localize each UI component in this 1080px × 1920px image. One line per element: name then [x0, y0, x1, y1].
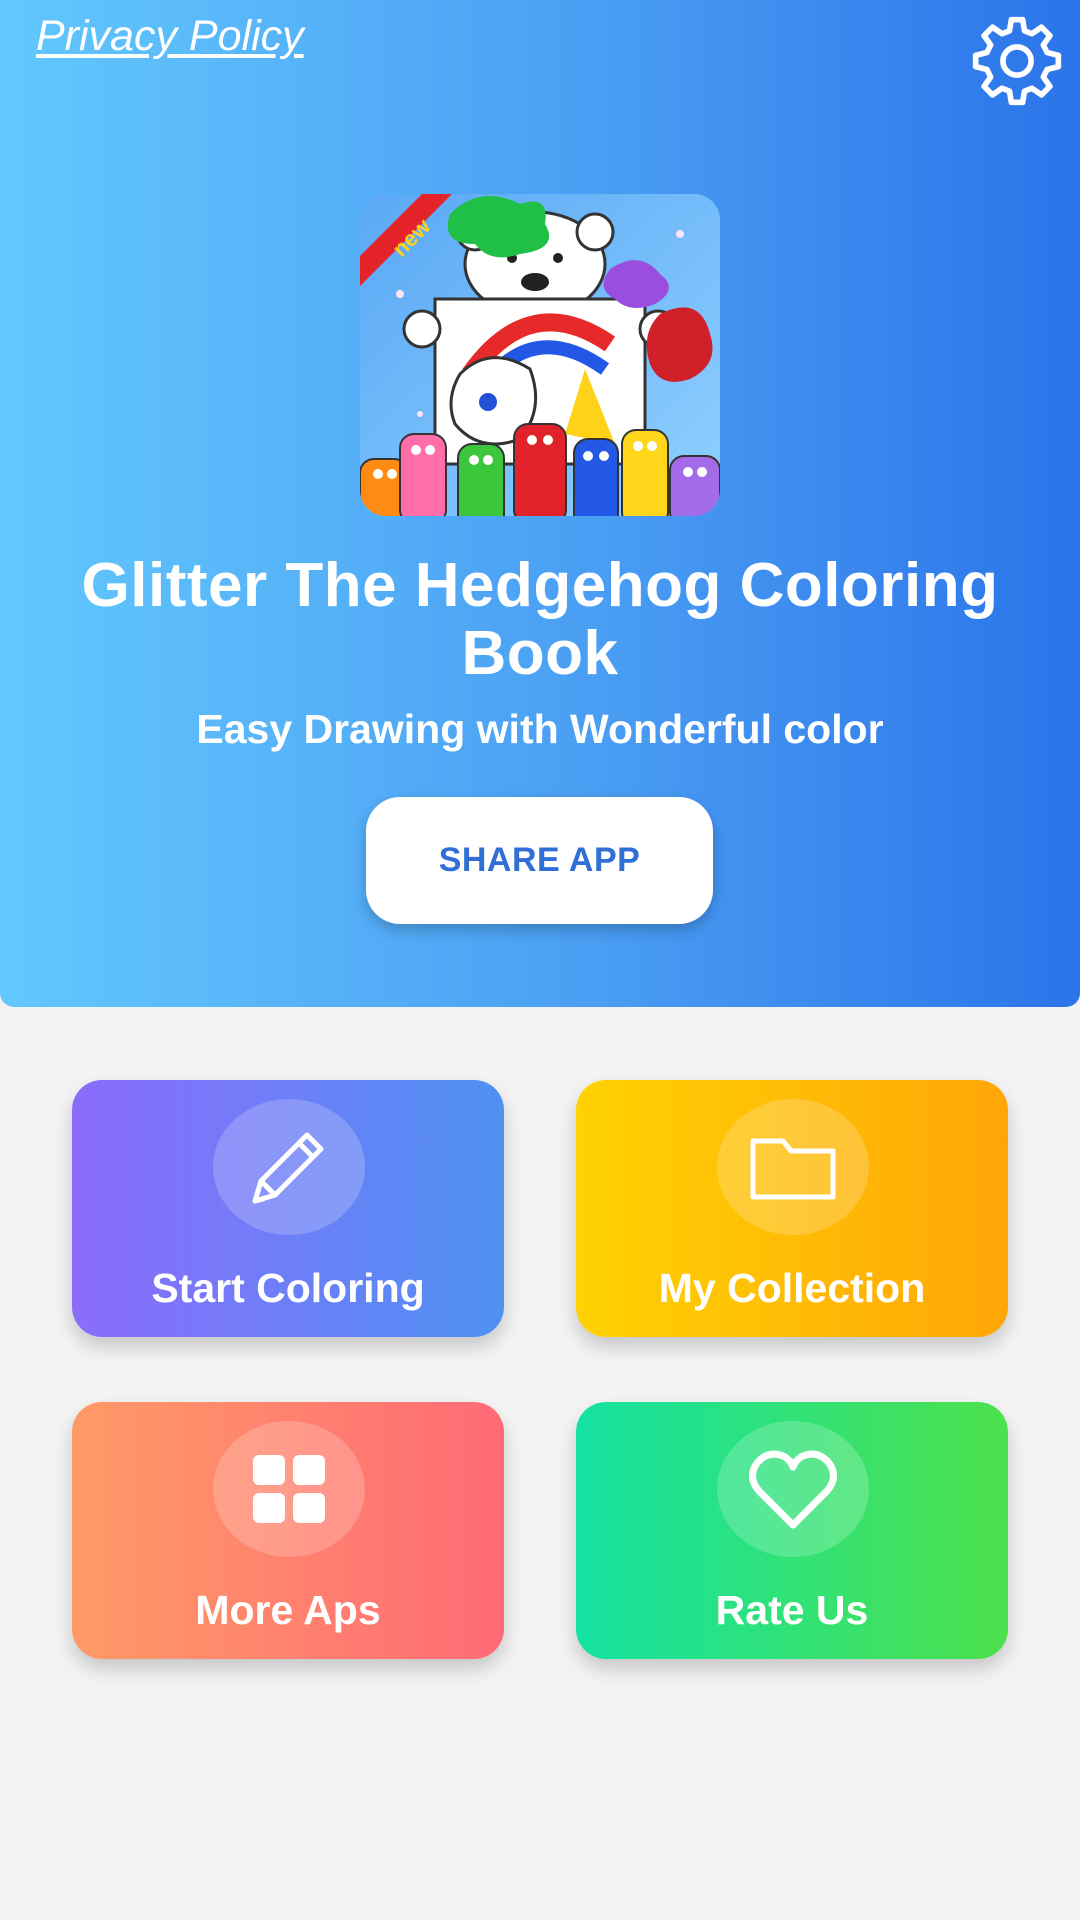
settings-button[interactable]	[970, 14, 1064, 108]
icon-circle	[717, 1421, 869, 1557]
tile-label: More Aps	[195, 1587, 381, 1633]
icon-circle	[717, 1099, 869, 1235]
tile-label: Rate Us	[715, 1587, 869, 1633]
tile-label: Start Coloring	[151, 1265, 425, 1311]
icon-circle	[213, 1421, 365, 1557]
tile-label: My Collection	[658, 1265, 926, 1311]
header-banner: Privacy Policy new Glitter The Hedgehog …	[0, 0, 1080, 1007]
privacy-policy-link[interactable]: Privacy Policy	[36, 12, 304, 61]
rate-us-button[interactable]: Rate Us	[576, 1402, 1008, 1659]
icon-circle	[213, 1099, 365, 1235]
gear-icon	[972, 16, 1062, 106]
my-collection-button[interactable]: My Collection	[576, 1080, 1008, 1337]
pencil-icon	[252, 1132, 324, 1204]
folder-icon	[750, 1138, 836, 1200]
app-subtitle: Easy Drawing with Wonderful color	[196, 706, 884, 752]
grid-icon	[253, 1455, 325, 1523]
share-app-button[interactable]: SHARE APP	[366, 797, 713, 924]
more-apps-button[interactable]: More Aps	[72, 1402, 504, 1659]
heart-icon	[749, 1450, 837, 1529]
app-title: Glitter The Hedgehog Coloring Book	[81, 551, 999, 688]
app-artwork: new	[360, 194, 720, 516]
app-icon: new	[360, 194, 720, 516]
start-coloring-button[interactable]: Start Coloring	[72, 1080, 504, 1337]
